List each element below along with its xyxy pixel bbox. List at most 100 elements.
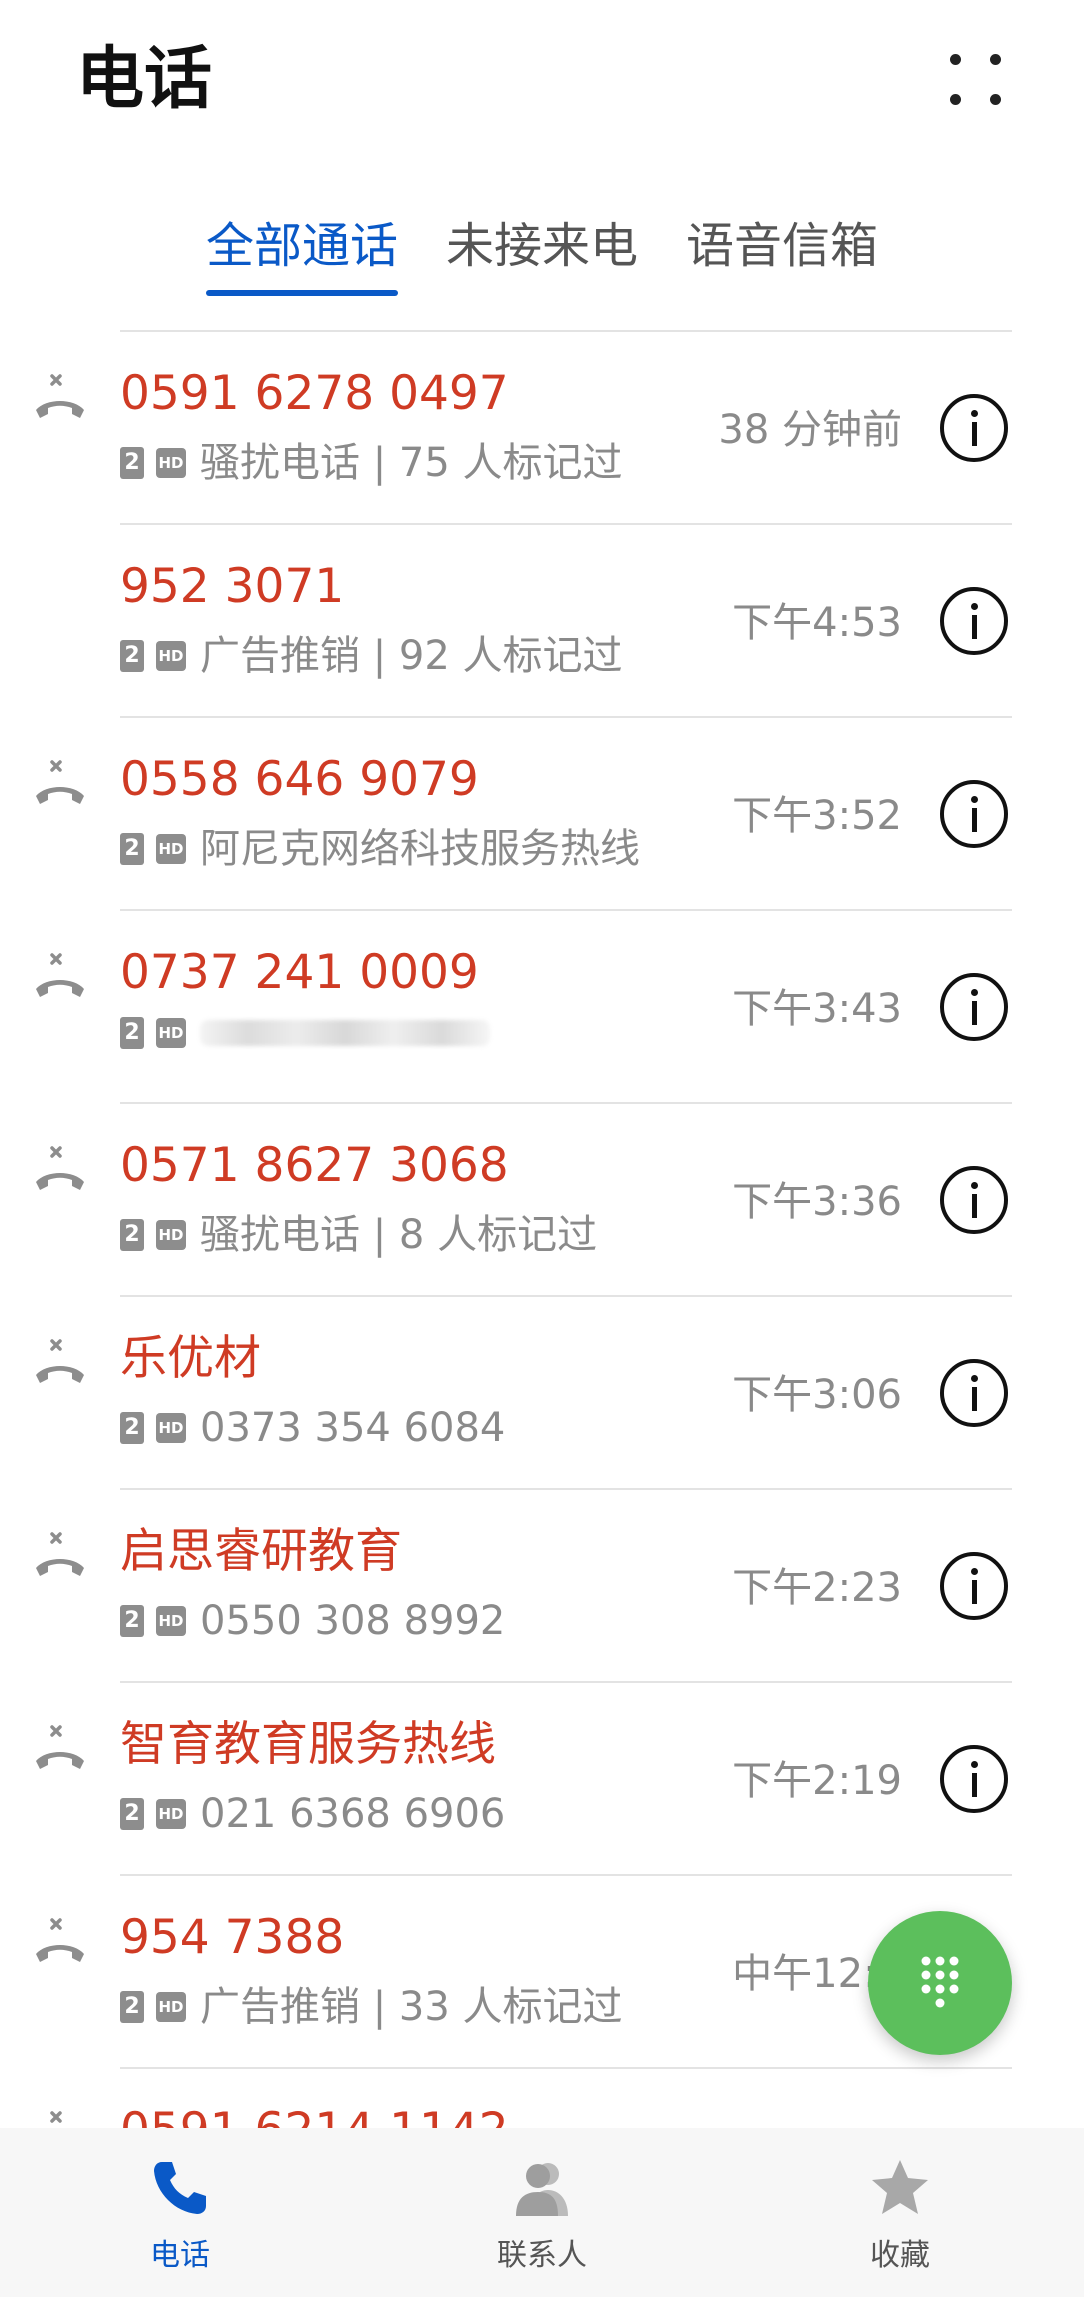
info-button[interactable]: [940, 1552, 1008, 1620]
tab-missed-calls[interactable]: 未接来电: [446, 214, 638, 278]
call-row[interactable]: 0737 241 0009 2 HD 下午3:43: [0, 911, 1084, 1104]
info-button[interactable]: [940, 394, 1008, 462]
caller-name: 0558 646 9079: [120, 752, 479, 807]
caller-info: 广告推销 | 33 人标记过: [200, 1984, 623, 2030]
caller-name: 954 7388: [120, 1910, 345, 1965]
call-time: 下午3:52: [732, 793, 902, 839]
call-detail: 2 HD 0373 354 6084: [120, 1403, 505, 1453]
info-button[interactable]: [940, 973, 1008, 1041]
missed-call-icon: [30, 1144, 90, 1200]
caller-name: 0591 6278 0497: [120, 366, 509, 421]
nav-item-favorites[interactable]: 收藏: [800, 2128, 1000, 2297]
star-icon: [872, 2160, 928, 2214]
hd-badge: HD: [156, 1220, 186, 1250]
sim-badge: 2: [120, 1605, 144, 1637]
missed-call-icon: [30, 1530, 90, 1586]
info-button[interactable]: [940, 1166, 1008, 1234]
call-row[interactable]: 0558 646 9079 2 HD 阿尼克网络科技服务热线 下午3:52: [0, 718, 1084, 911]
hd-badge: HD: [156, 1018, 186, 1048]
hd-badge: HD: [156, 641, 186, 671]
call-detail: 2 HD: [120, 1017, 490, 1067]
phone-icon: [154, 2162, 206, 2214]
redacted-info: [200, 1020, 490, 1046]
call-row[interactable]: 0591 6278 0497 2 HD 骚扰电话 | 75 人标记过 38 分钟前: [0, 332, 1084, 525]
bottom-navigation: 电话 联系人 收藏: [0, 2128, 1084, 2297]
nav-item-contacts[interactable]: 联系人: [442, 2128, 642, 2297]
caller-info: 骚扰电话 | 75 人标记过: [200, 440, 623, 486]
tab-all-calls[interactable]: 全部通话: [206, 214, 398, 278]
hd-badge: HD: [156, 448, 186, 478]
info-button[interactable]: [940, 1745, 1008, 1813]
missed-call-icon: [30, 1723, 90, 1779]
nav-label-phone: 电话: [150, 2238, 210, 2273]
call-detail: 2 HD 骚扰电话 | 75 人标记过: [120, 438, 623, 488]
app-header: 电话: [0, 0, 1084, 150]
nav-item-phone[interactable]: 电话: [80, 2128, 280, 2297]
call-row[interactable]: 启思睿研教育 2 HD 0550 308 8992 下午2:23: [0, 1490, 1084, 1683]
call-tabs: 全部通话 未接来电 语音信箱: [0, 200, 1084, 300]
info-button[interactable]: [940, 1359, 1008, 1427]
sim-badge: 2: [120, 447, 144, 479]
sim-badge: 2: [120, 833, 144, 865]
sim-badge: 2: [120, 1412, 144, 1444]
call-row[interactable]: 0571 8627 3068 2 HD 骚扰电话 | 8 人标记过 下午3:36: [0, 1104, 1084, 1297]
sim-badge: 2: [120, 1017, 144, 1049]
hd-badge: HD: [156, 834, 186, 864]
contacts-icon: [516, 2163, 568, 2216]
call-row[interactable]: 952 3071 2 HD 广告推销 | 92 人标记过 下午4:53: [0, 525, 1084, 718]
sim-badge: 2: [120, 1798, 144, 1830]
sim-badge: 2: [120, 1991, 144, 2023]
missed-call-icon: [30, 1916, 90, 1972]
more-options-icon[interactable]: [940, 44, 1012, 116]
call-row[interactable]: 智育教育服务热线 2 HD 021 6368 6906 下午2:19: [0, 1683, 1084, 1876]
call-detail: 2 HD 广告推销 | 33 人标记过: [120, 1982, 623, 2032]
hd-badge: HD: [156, 1606, 186, 1636]
caller-name: 0591 6214 1142: [120, 2099, 509, 2130]
info-button[interactable]: [940, 780, 1008, 848]
caller-info: 广告推销 | 92 人标记过: [200, 633, 623, 679]
missed-call-icon: [30, 758, 90, 814]
hd-badge: HD: [156, 1799, 186, 1829]
caller-name: 乐优材: [120, 1331, 261, 1386]
missed-call-icon: [30, 372, 90, 428]
missed-call-icon: [30, 2109, 90, 2130]
call-detail: 2 HD 021 6368 6906: [120, 1789, 505, 1839]
call-time: 下午3:43: [732, 986, 902, 1032]
call-time: 下午2:23: [732, 1565, 902, 1611]
nav-label-contacts: 联系人: [497, 2238, 587, 2273]
caller-info: 骚扰电话 | 8 人标记过: [200, 1212, 598, 1258]
dialpad-icon: [921, 1956, 959, 2008]
caller-info: 0373 354 6084: [200, 1405, 506, 1451]
tab-voicemail[interactable]: 语音信箱: [686, 214, 878, 278]
caller-name: 智育教育服务热线: [120, 1717, 496, 1772]
missed-call-icon: [30, 1337, 90, 1393]
active-tab-indicator: [206, 290, 398, 296]
caller-name: 启思睿研教育: [120, 1524, 402, 1579]
call-row[interactable]: 乐优材 2 HD 0373 354 6084 下午3:06: [0, 1297, 1084, 1490]
call-detail: 2 HD 阿尼克网络科技服务热线: [120, 824, 640, 874]
call-time: 38 分钟前: [718, 407, 902, 453]
dialpad-button[interactable]: [868, 1911, 1012, 2055]
caller-name: 952 3071: [120, 559, 345, 614]
call-row[interactable]: 0591 6214 1142: [0, 2069, 1084, 2130]
caller-name: 0571 8627 3068: [120, 1138, 509, 1193]
caller-info: 021 6368 6906: [200, 1791, 506, 1837]
call-log-list[interactable]: 0591 6278 0497 2 HD 骚扰电话 | 75 人标记过 38 分钟前 952…: [0, 330, 1084, 2130]
call-detail: 2 HD 广告推销 | 92 人标记过: [120, 631, 623, 681]
call-time: 下午3:06: [732, 1372, 902, 1418]
hd-badge: HD: [156, 1413, 186, 1443]
caller-info: 阿尼克网络科技服务热线: [200, 826, 640, 872]
call-detail: 2 HD 骚扰电话 | 8 人标记过: [120, 1210, 597, 1260]
hd-badge: HD: [156, 1992, 186, 2022]
call-time: 下午4:53: [732, 600, 902, 646]
sim-badge: 2: [120, 640, 144, 672]
call-detail: 2 HD 0550 308 8992: [120, 1596, 505, 1646]
info-button[interactable]: [940, 587, 1008, 655]
page-title: 电话: [76, 40, 213, 119]
missed-call-icon: [30, 951, 90, 1007]
call-time: 下午2:19: [732, 1758, 902, 1804]
nav-label-favorites: 收藏: [870, 2238, 930, 2273]
sim-badge: 2: [120, 1219, 144, 1251]
call-time: 下午3:36: [732, 1179, 902, 1225]
caller-name: 0737 241 0009: [120, 945, 479, 1000]
